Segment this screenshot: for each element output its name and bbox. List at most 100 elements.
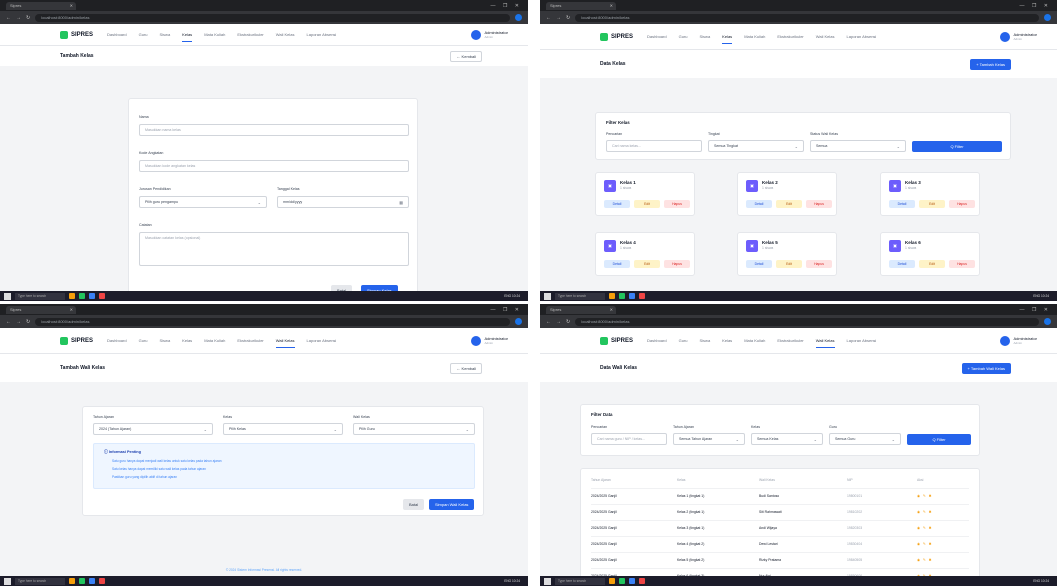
- menu-siswa[interactable]: Siswa: [160, 32, 171, 37]
- address-bar[interactable]: localhost:8000/admin/kelas: [575, 13, 1039, 22]
- menu-dashboard[interactable]: Dashboard: [107, 338, 127, 343]
- catatan-textarea[interactable]: Masukkan catatan kelas (opsional): [139, 232, 409, 266]
- tahun-ajaran-select[interactable]: Semua Tahun Ajaran ⌄: [673, 433, 745, 445]
- table-row[interactable]: 2024/2025 Ganjil Kelas 1 (tingkat 1) Bud…: [591, 489, 969, 505]
- menu-mata-kuliah[interactable]: Mata Kuliah: [204, 338, 225, 343]
- menu-siswa[interactable]: Siswa: [700, 34, 711, 39]
- window-controls[interactable]: — ❐ ✕: [491, 3, 528, 9]
- tahun-ajaran-select[interactable]: 2024 (Tahun Ajaran) ⌄: [93, 423, 213, 435]
- row-action-icons[interactable]: ◉ ✎ ✖: [917, 558, 933, 562]
- guru-select[interactable]: Semua Guru ⌄: [829, 433, 901, 445]
- window-controls[interactable]: — ❐ ✕: [491, 307, 528, 313]
- detail-button[interactable]: Detail: [604, 260, 630, 268]
- vscode-icon[interactable]: [89, 293, 95, 299]
- user-menu[interactable]: Administrator Admin: [471, 335, 508, 346]
- chrome-icon[interactable]: [79, 293, 85, 299]
- menu-ekstrakurikuler[interactable]: Ekstrakurikuler: [777, 338, 803, 343]
- taskbar-search[interactable]: Type here to search: [555, 577, 605, 585]
- vscode-icon[interactable]: [629, 293, 635, 299]
- calendar-icon[interactable]: ▦: [399, 197, 403, 208]
- edit-button[interactable]: Edit: [776, 200, 802, 208]
- folder-icon[interactable]: [609, 578, 615, 584]
- table-row[interactable]: 2024/2025 Ganjil Kelas 2 (tingkat 1) Sit…: [591, 505, 969, 521]
- menu-kelas[interactable]: Kelas: [182, 32, 193, 42]
- menu-ekstrakurikuler[interactable]: Ekstrakurikuler: [237, 32, 263, 37]
- taskbar-search[interactable]: Type here to search: [15, 292, 65, 300]
- chrome-icon[interactable]: [619, 293, 625, 299]
- back-arrow-icon[interactable]: ←: [546, 319, 551, 325]
- browser-tab[interactable]: Sipres ✕: [6, 305, 76, 314]
- address-bar[interactable]: localhost:8000/admin/kelas: [575, 317, 1039, 326]
- pencarian-input[interactable]: Cari nama guru / NIP / kelas...: [591, 433, 667, 445]
- detail-button[interactable]: Detail: [746, 260, 772, 268]
- address-bar[interactable]: localhost:8000/admin/kelas: [35, 13, 510, 22]
- menu-ekstrakurikuler[interactable]: Ekstrakurikuler: [777, 34, 803, 39]
- user-menu[interactable]: Administrator Admin: [1000, 31, 1037, 42]
- profile-icon[interactable]: [515, 14, 522, 21]
- back-button[interactable]: ← Kembali: [450, 362, 482, 374]
- close-tab-icon[interactable]: ✕: [610, 2, 613, 10]
- forward-arrow-icon[interactable]: →: [16, 319, 21, 325]
- window-controls[interactable]: — ❐ ✕: [1020, 307, 1057, 313]
- reload-icon[interactable]: ↻: [566, 319, 570, 325]
- pencarian-input[interactable]: Cari nama kelas...: [606, 140, 702, 152]
- detail-button[interactable]: Detail: [889, 200, 915, 208]
- taskbar-search[interactable]: Type here to search: [555, 292, 605, 300]
- edit-button[interactable]: Edit: [634, 200, 660, 208]
- table-row[interactable]: 2024/2025 Ganjil Kelas 4 (tingkat 2) Dew…: [591, 537, 969, 553]
- windows-start-icon[interactable]: [544, 292, 551, 300]
- menu-laporan[interactable]: Laporan Absensi: [847, 338, 877, 343]
- menu-kelas[interactable]: Kelas: [722, 34, 733, 44]
- back-arrow-icon[interactable]: ←: [6, 15, 11, 21]
- hapus-button[interactable]: Hapus: [806, 260, 832, 268]
- filter-button[interactable]: Q Filter: [912, 141, 1002, 152]
- forward-arrow-icon[interactable]: →: [556, 15, 561, 21]
- close-tab-icon[interactable]: ✕: [610, 306, 613, 314]
- windows-start-icon[interactable]: [4, 577, 11, 585]
- nama-input[interactable]: Masukkan nama kelas: [139, 124, 409, 136]
- menu-mata-kuliah[interactable]: Mata Kuliah: [744, 34, 765, 39]
- folder-icon[interactable]: [609, 293, 615, 299]
- wali-kelas-select[interactable]: Pilih Guru ⌄: [353, 423, 475, 435]
- back-arrow-icon[interactable]: ←: [6, 319, 11, 325]
- app-logo[interactable]: SIPRES: [60, 30, 93, 39]
- forward-arrow-icon[interactable]: →: [556, 319, 561, 325]
- app-icon[interactable]: [99, 578, 105, 584]
- reload-icon[interactable]: ↻: [26, 319, 30, 325]
- back-arrow-icon[interactable]: ←: [546, 15, 551, 21]
- edit-button[interactable]: Edit: [919, 260, 945, 268]
- menu-laporan[interactable]: Laporan Absensi: [307, 338, 337, 343]
- window-controls[interactable]: — ❐ ✕: [1020, 3, 1057, 9]
- menu-ekstrakurikuler[interactable]: Ekstrakurikuler: [237, 338, 263, 343]
- table-row[interactable]: 2024/2025 Ganjil Kelas 3 (tingkat 1) And…: [591, 521, 969, 537]
- menu-kelas[interactable]: Kelas: [722, 338, 732, 343]
- row-action-icons[interactable]: ◉ ✎ ✖: [917, 542, 933, 546]
- folder-icon[interactable]: [69, 293, 75, 299]
- row-action-icons[interactable]: ◉ ✎ ✖: [917, 510, 933, 514]
- hapus-button[interactable]: Hapus: [664, 260, 690, 268]
- row-action-icons[interactable]: ◉ ✎ ✖: [917, 526, 933, 530]
- close-tab-icon[interactable]: ✕: [70, 2, 73, 10]
- menu-laporan[interactable]: Laporan Absensi: [847, 34, 877, 39]
- menu-dashboard[interactable]: Dashboard: [647, 338, 667, 343]
- menu-wali-kelas[interactable]: Wali Kelas: [815, 338, 835, 348]
- user-menu[interactable]: Administrator Admin: [1000, 335, 1037, 346]
- browser-tab[interactable]: Sipres ✕: [6, 1, 76, 10]
- menu-dashboard[interactable]: Dashboard: [647, 34, 667, 39]
- address-bar[interactable]: localhost:8000/admin/kelas: [35, 317, 510, 326]
- vscode-icon[interactable]: [629, 578, 635, 584]
- hapus-button[interactable]: Hapus: [949, 260, 975, 268]
- reload-icon[interactable]: ↻: [26, 15, 30, 21]
- simpan-wali-kelas-button[interactable]: Simpan Wali Kelas: [429, 499, 475, 510]
- app-logo[interactable]: SIPRES: [600, 32, 633, 41]
- profile-icon[interactable]: [1044, 14, 1051, 21]
- hapus-button[interactable]: Hapus: [664, 200, 690, 208]
- menu-mata-kuliah[interactable]: Mata Kuliah: [204, 32, 225, 37]
- app-logo[interactable]: SIPRES: [600, 336, 633, 345]
- jurusan-select[interactable]: Pilih guru pengampu ⌄: [139, 196, 267, 208]
- menu-guru[interactable]: Guru: [139, 32, 148, 37]
- menu-wali-kelas[interactable]: Wali Kelas: [275, 338, 295, 348]
- menu-guru[interactable]: Guru: [679, 34, 688, 39]
- app-icon[interactable]: [99, 293, 105, 299]
- tingkat-select[interactable]: Semua Tingkat ⌄: [708, 140, 804, 152]
